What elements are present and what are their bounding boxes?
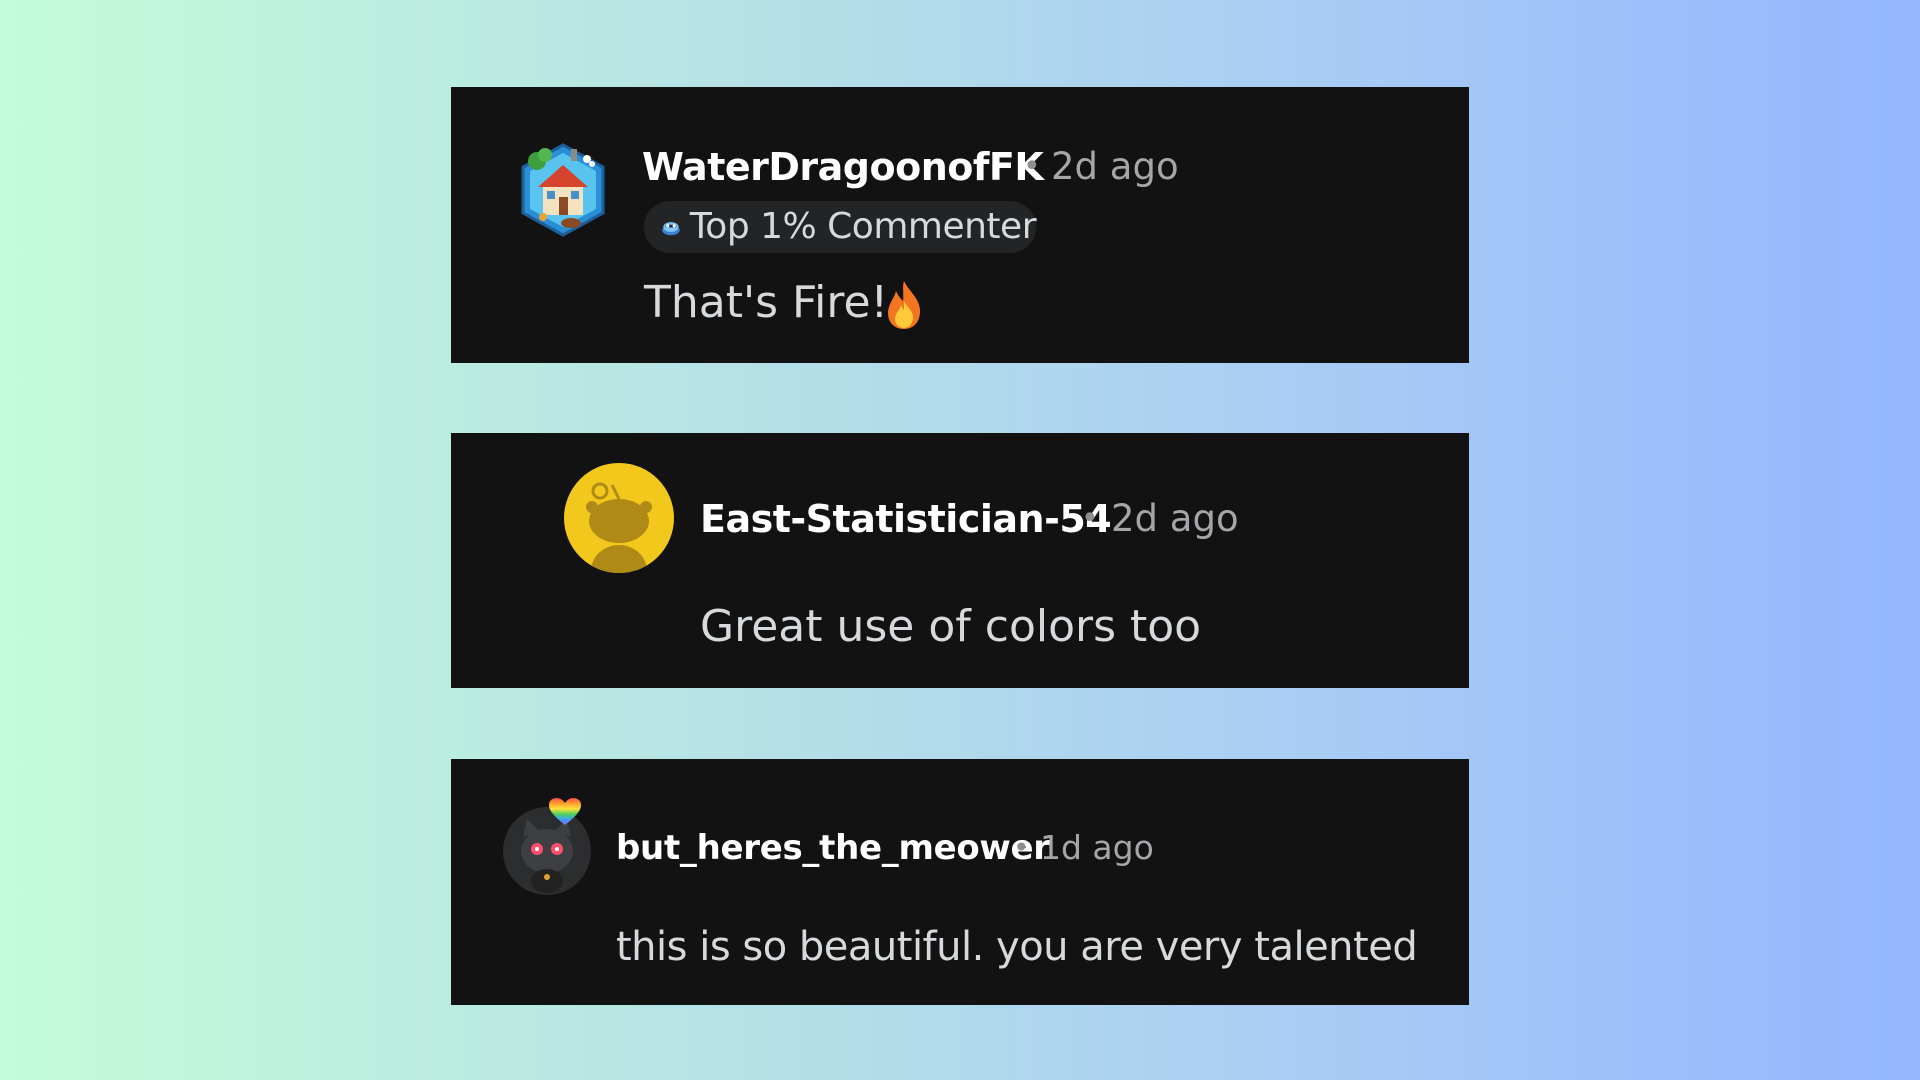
snoo-default-avatar-icon[interactable]	[564, 463, 674, 573]
comment-timestamp[interactable]: 2d ago	[1111, 495, 1239, 543]
comment-username[interactable]: WaterDragoonofFK	[642, 143, 1044, 191]
meta-separator: •	[1023, 149, 1041, 184]
comment-timestamp[interactable]: 2d ago	[1051, 143, 1179, 191]
meta-separator: •	[1013, 831, 1030, 864]
top-commenter-badge[interactable]: Top 1% Commenter	[644, 201, 1037, 253]
comment-body: Great use of colors too	[700, 601, 1202, 652]
meta-separator: •	[1081, 501, 1099, 536]
rainbow-heart-icon	[549, 798, 581, 825]
comment-card: East-Statistician-54 • 2d ago Great use …	[451, 433, 1469, 688]
comment-body: That's Fire!	[644, 277, 889, 328]
comment-username[interactable]: but_heres_the_meower	[616, 827, 1050, 869]
fire-emoji-icon	[888, 281, 921, 329]
comment-username[interactable]: East-Statistician-54	[700, 495, 1112, 543]
commenter-badge-icon	[662, 222, 680, 236]
comment-timestamp[interactable]: 1d ago	[1040, 827, 1154, 869]
badge-label: Top 1% Commenter	[689, 206, 1037, 247]
house-hexagon-avatar-icon[interactable]	[513, 133, 613, 243]
comment-card: but_heres_the_meower • 1d ago this is so…	[451, 759, 1469, 1005]
comment-body: this is so beautiful. you are very talen…	[616, 924, 1418, 970]
comment-card: WaterDragoonofFK • 2d ago Top 1% Comment…	[451, 87, 1469, 363]
